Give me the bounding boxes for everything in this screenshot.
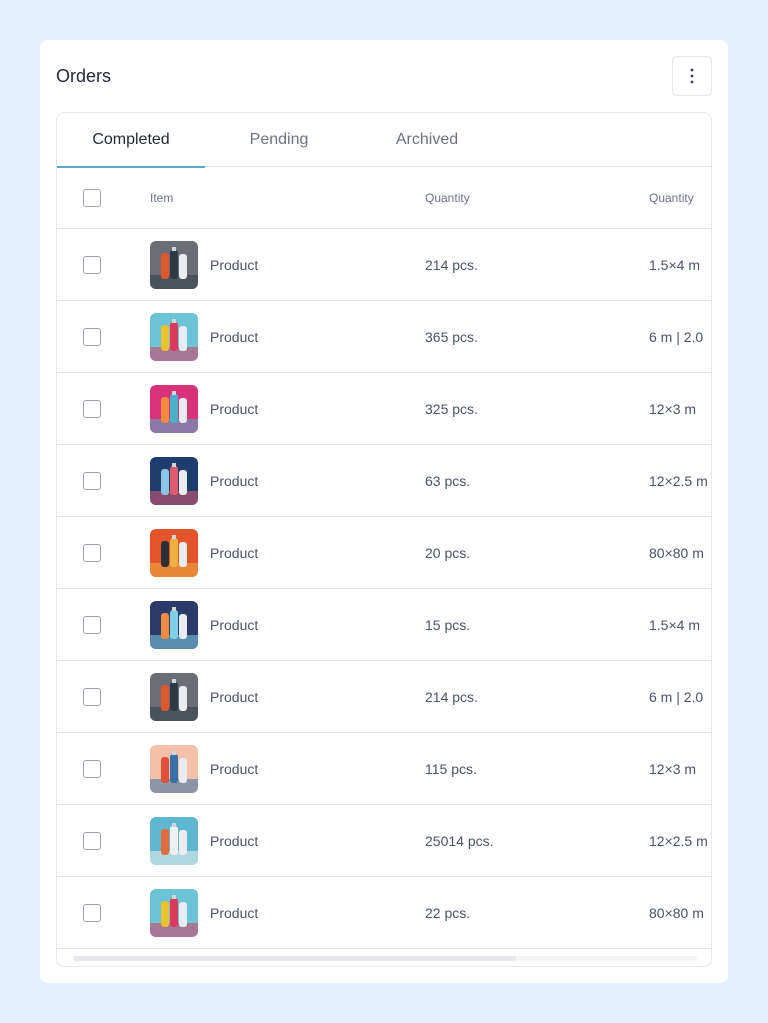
product-thumbnail [150, 817, 198, 865]
item-quantity: 20 pcs. [425, 545, 471, 561]
product-thumbnail [150, 241, 198, 289]
select-all-checkbox[interactable] [83, 189, 101, 207]
row-checkbox[interactable] [83, 616, 101, 634]
table-row[interactable]: Product 214 pcs. 1.5×4 m [57, 229, 711, 301]
item-size: 12×2.5 m [649, 473, 708, 489]
product-thumbnail [150, 673, 198, 721]
item-quantity: 325 pcs. [425, 401, 478, 417]
row-checkbox[interactable] [83, 544, 101, 562]
orders-panel: Completed Pending Archived Item Quantity… [56, 112, 712, 967]
item-quantity: 365 pcs. [425, 329, 478, 345]
item-quantity: 63 pcs. [425, 473, 471, 489]
orders-table: Item Quantity Quantity Product 214 pcs. 1.… [57, 167, 711, 949]
table-row[interactable]: Product 15 pcs. 1.5×4 m [57, 589, 711, 661]
item-name: Product [210, 257, 259, 273]
product-thumbnail [150, 601, 198, 649]
product-thumbnail [150, 313, 198, 361]
tab-bar: Completed Pending Archived [57, 113, 711, 168]
item-size: 80×80 m [649, 905, 704, 921]
column-header-size[interactable]: Quantity [649, 191, 694, 205]
table-row[interactable]: Product 365 pcs. 6 m | 2.0 [57, 301, 711, 373]
item-size: 12×2.5 m [649, 833, 708, 849]
row-checkbox[interactable] [83, 760, 101, 778]
item-quantity: 22 pcs. [425, 905, 471, 921]
more-options-button[interactable] [672, 56, 712, 96]
item-name: Product [210, 473, 259, 489]
item-size: 1.5×4 m [649, 257, 700, 273]
item-quantity: 115 pcs. [425, 761, 477, 777]
item-name: Product [210, 905, 259, 921]
tab-archived[interactable]: Archived [353, 113, 501, 167]
column-header-quantity[interactable]: Quantity [425, 191, 470, 205]
table-row[interactable]: Product 22 pcs. 80×80 m [57, 877, 711, 949]
item-quantity: 25014 pcs. [425, 833, 494, 849]
horizontal-scrollbar[interactable] [73, 956, 697, 961]
item-size: 80×80 m [649, 545, 704, 561]
row-checkbox[interactable] [83, 328, 101, 346]
item-name: Product [210, 617, 259, 633]
row-checkbox[interactable] [83, 256, 101, 274]
item-name: Product [210, 689, 259, 705]
scrollbar-thumb[interactable] [73, 956, 516, 961]
product-thumbnail [150, 457, 198, 505]
row-checkbox[interactable] [83, 400, 101, 418]
tab-pending[interactable]: Pending [205, 113, 353, 167]
card-header: Orders [56, 56, 712, 96]
item-size: 12×3 m [649, 401, 697, 417]
table-row[interactable]: Product 214 pcs. 6 m | 2.0 [57, 661, 711, 733]
card-title: Orders [56, 65, 112, 86]
item-name: Product [210, 761, 259, 777]
orders-card: Orders Completed Pending Archived Item Q… [40, 40, 728, 983]
item-name: Product [210, 329, 259, 345]
table-row[interactable]: Product 115 pcs. 12×3 m [57, 733, 711, 805]
table-header-row: Item Quantity Quantity [57, 167, 711, 229]
item-size: 1.5×4 m [649, 617, 700, 633]
item-quantity: 214 pcs. [425, 689, 478, 705]
product-thumbnail [150, 529, 198, 577]
product-thumbnail [150, 745, 198, 793]
row-checkbox[interactable] [83, 832, 101, 850]
item-name: Product [210, 545, 259, 561]
item-size: 12×3 m [649, 761, 697, 777]
vertical-dots-icon [690, 68, 694, 84]
product-thumbnail [150, 385, 198, 433]
product-thumbnail [150, 889, 198, 937]
tab-completed[interactable]: Completed [57, 113, 205, 168]
column-header-item[interactable]: Item [150, 191, 173, 205]
item-quantity: 15 pcs. [425, 617, 471, 633]
item-name: Product [210, 401, 259, 417]
row-checkbox[interactable] [83, 688, 101, 706]
row-checkbox[interactable] [83, 904, 101, 922]
table-row[interactable]: Product 325 pcs. 12×3 m [57, 373, 711, 445]
item-name: Product [210, 833, 259, 849]
item-size: 6 m | 2.0 [649, 329, 704, 345]
item-size: 6 m | 2.0 [649, 689, 704, 705]
item-quantity: 214 pcs. [425, 257, 478, 273]
row-checkbox[interactable] [83, 472, 101, 490]
table-row[interactable]: Product 20 pcs. 80×80 m [57, 517, 711, 589]
table-row[interactable]: Product 63 pcs. 12×2.5 m [57, 445, 711, 517]
table-row[interactable]: Product 25014 pcs. 12×2.5 m [57, 805, 711, 877]
